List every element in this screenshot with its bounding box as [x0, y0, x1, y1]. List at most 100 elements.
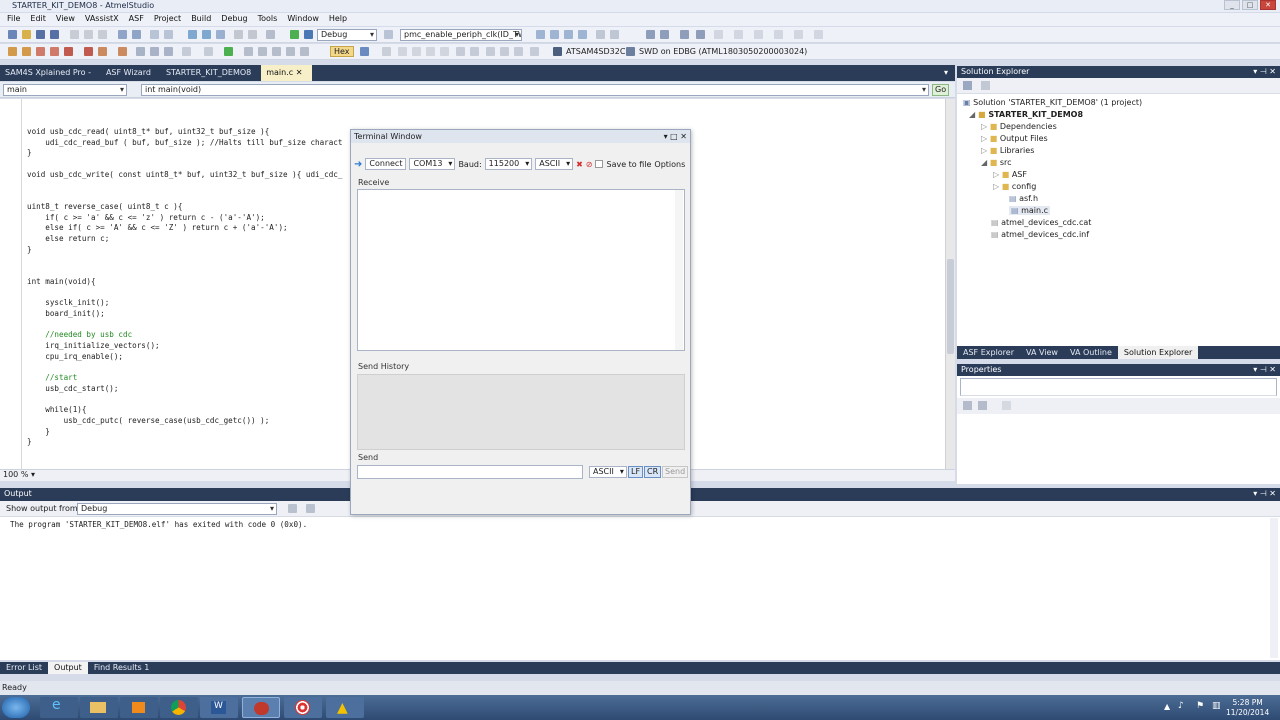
atmel-studio-icon[interactable] — [242, 697, 280, 718]
system-clock[interactable]: 5:28 PM 11/20/2014 — [1226, 698, 1269, 718]
send-input[interactable] — [357, 465, 583, 479]
registers-icon[interactable] — [794, 30, 803, 39]
new-project-icon[interactable] — [8, 30, 17, 39]
menu-file[interactable]: File — [2, 13, 25, 26]
options-button[interactable]: Options — [654, 160, 685, 169]
tree-item-cat[interactable]: ▤ atmel_devices_cdc.cat — [991, 218, 1091, 227]
tab-error-list[interactable]: Error List — [0, 662, 48, 674]
device-icon[interactable] — [553, 47, 562, 56]
warning-app-icon[interactable]: ▲ — [326, 697, 364, 718]
tab-asf-explorer[interactable]: ASF Explorer — [957, 346, 1020, 359]
properties-object-select[interactable] — [960, 378, 1277, 396]
property-pages-icon[interactable] — [1001, 401, 1011, 410]
tray-arrow-icon[interactable]: ▲ — [1164, 702, 1170, 711]
tab-sam4s-xplained[interactable]: SAM4S Xplained Pro - — [0, 65, 101, 81]
tools-icon[interactable] — [118, 47, 127, 56]
memory3-icon[interactable] — [426, 47, 435, 56]
autos-icon[interactable] — [300, 47, 309, 56]
paste-icon[interactable] — [98, 30, 107, 39]
menu-build[interactable]: Build — [186, 13, 216, 26]
layout-icon[interactable] — [610, 30, 619, 39]
output-scrollbar[interactable] — [1270, 518, 1278, 658]
pin-close-icons[interactable]: ▾ ⊣ ✕ — [1253, 67, 1276, 76]
editor-vertical-scrollbar[interactable] — [945, 99, 955, 469]
tool-icon[interactable] — [626, 47, 635, 56]
file-explorer-icon[interactable] — [80, 697, 118, 718]
show-next-statement-icon[interactable] — [204, 47, 213, 56]
categorized-icon[interactable] — [963, 401, 972, 410]
find-in-files-icon[interactable] — [384, 30, 393, 39]
stop-debugging-icon[interactable] — [64, 47, 73, 56]
pause-icon[interactable] — [304, 30, 313, 39]
chip-icon[interactable] — [22, 47, 31, 56]
hex-display-toggle[interactable]: Hex — [330, 46, 354, 57]
locals-icon[interactable] — [286, 47, 295, 56]
menu-tools[interactable]: Tools — [253, 13, 283, 26]
tab-solution-explorer[interactable]: Solution Explorer — [1117, 346, 1199, 359]
navigate-back-icon[interactable] — [150, 30, 159, 39]
device-programming-icon[interactable] — [8, 47, 17, 56]
object-browser-icon[interactable] — [578, 30, 587, 39]
undo-icon[interactable] — [118, 30, 127, 39]
memory4-icon[interactable] — [440, 47, 449, 56]
snagit-icon[interactable] — [284, 697, 322, 718]
menu-debug[interactable]: Debug — [216, 13, 252, 26]
find-icon[interactable] — [216, 30, 225, 39]
step-over-icon[interactable] — [150, 47, 159, 56]
properties-pin-icons[interactable]: ▾ ⊣ ✕ — [1253, 365, 1276, 374]
output-pin-icons[interactable]: ▾ ⊣ ✕ — [1253, 489, 1276, 498]
solution-config-select[interactable]: Debug — [317, 29, 377, 41]
continue-icon[interactable] — [224, 47, 233, 56]
menu-vassistx[interactable]: VAssistX — [80, 13, 124, 26]
erase-icon[interactable] — [36, 47, 45, 56]
solution-explorer-icon[interactable] — [536, 30, 545, 39]
function-combo[interactable]: pmc_enable_periph_clk(ID_TWI — [400, 29, 522, 41]
terminal-titlebar[interactable]: Terminal Window ▾ □ ✕ — [351, 130, 690, 143]
menu-help[interactable]: Help — [324, 13, 352, 26]
terminal-icon[interactable] — [734, 30, 743, 39]
lf-toggle[interactable]: LF — [628, 466, 644, 478]
modules-icon[interactable] — [500, 47, 509, 56]
tree-item-output-files[interactable]: ▷ ■ Output Files — [981, 134, 1048, 143]
tree-item-src[interactable]: ◢ ■ src — [981, 158, 1012, 167]
show-all-files-icon[interactable] — [980, 81, 990, 90]
tab-main-c[interactable]: main.c ✕ — [261, 65, 313, 81]
threads-icon[interactable] — [486, 47, 495, 56]
output-window-icon[interactable] — [714, 30, 723, 39]
tree-item-solution[interactable]: ▣ Solution 'STARTER_KIT_DEMO8' (1 projec… — [963, 98, 1142, 107]
receive-area[interactable] — [357, 189, 685, 351]
receive-scrollbar[interactable] — [675, 190, 683, 350]
tab-starter-kit-demo8[interactable]: STARTER_KIT_DEMO8 — [161, 65, 261, 81]
close-button[interactable]: ✕ — [1260, 0, 1276, 10]
go-button[interactable]: Go — [932, 84, 950, 96]
toolbox-icon[interactable] — [564, 30, 573, 39]
clear-receive-icon[interactable]: ✖ — [576, 160, 583, 169]
comment-icon[interactable] — [234, 30, 243, 39]
tree-item-asf[interactable]: ▷ ■ ASF — [993, 170, 1027, 179]
bookmark-icon[interactable] — [696, 30, 705, 39]
disassembly-icon[interactable] — [244, 47, 253, 56]
output-source-select[interactable]: Debug — [77, 503, 277, 515]
breakpoint-icon[interactable] — [98, 47, 107, 56]
send-mode-select[interactable]: ASCII ▾ — [589, 466, 627, 478]
menu-window[interactable]: Window — [282, 13, 324, 26]
chrome-icon[interactable] — [160, 697, 198, 718]
uncomment-icon[interactable] — [248, 30, 257, 39]
tree-item-inf[interactable]: ▤ atmel_devices_cdc.inf — [991, 230, 1089, 239]
tab-output[interactable]: Output — [48, 662, 88, 674]
word-icon[interactable]: W — [200, 697, 238, 718]
copy-icon[interactable] — [84, 30, 93, 39]
internet-explorer-icon[interactable]: e — [40, 697, 78, 718]
windows-icon[interactable] — [596, 30, 605, 39]
flag-icon[interactable]: ⚑ — [1196, 701, 1204, 711]
step-out-icon[interactable] — [164, 47, 173, 56]
io-view-icon[interactable] — [272, 47, 281, 56]
memory-icon[interactable] — [774, 30, 783, 39]
properties-icon[interactable] — [550, 30, 559, 39]
minimize-button[interactable]: _ — [1224, 0, 1240, 10]
restart-icon[interactable] — [84, 47, 93, 56]
save-all-icon[interactable] — [50, 30, 59, 39]
rebuild-icon[interactable] — [202, 30, 211, 39]
indent-icon[interactable] — [266, 30, 275, 39]
memory1-icon[interactable] — [398, 47, 407, 56]
